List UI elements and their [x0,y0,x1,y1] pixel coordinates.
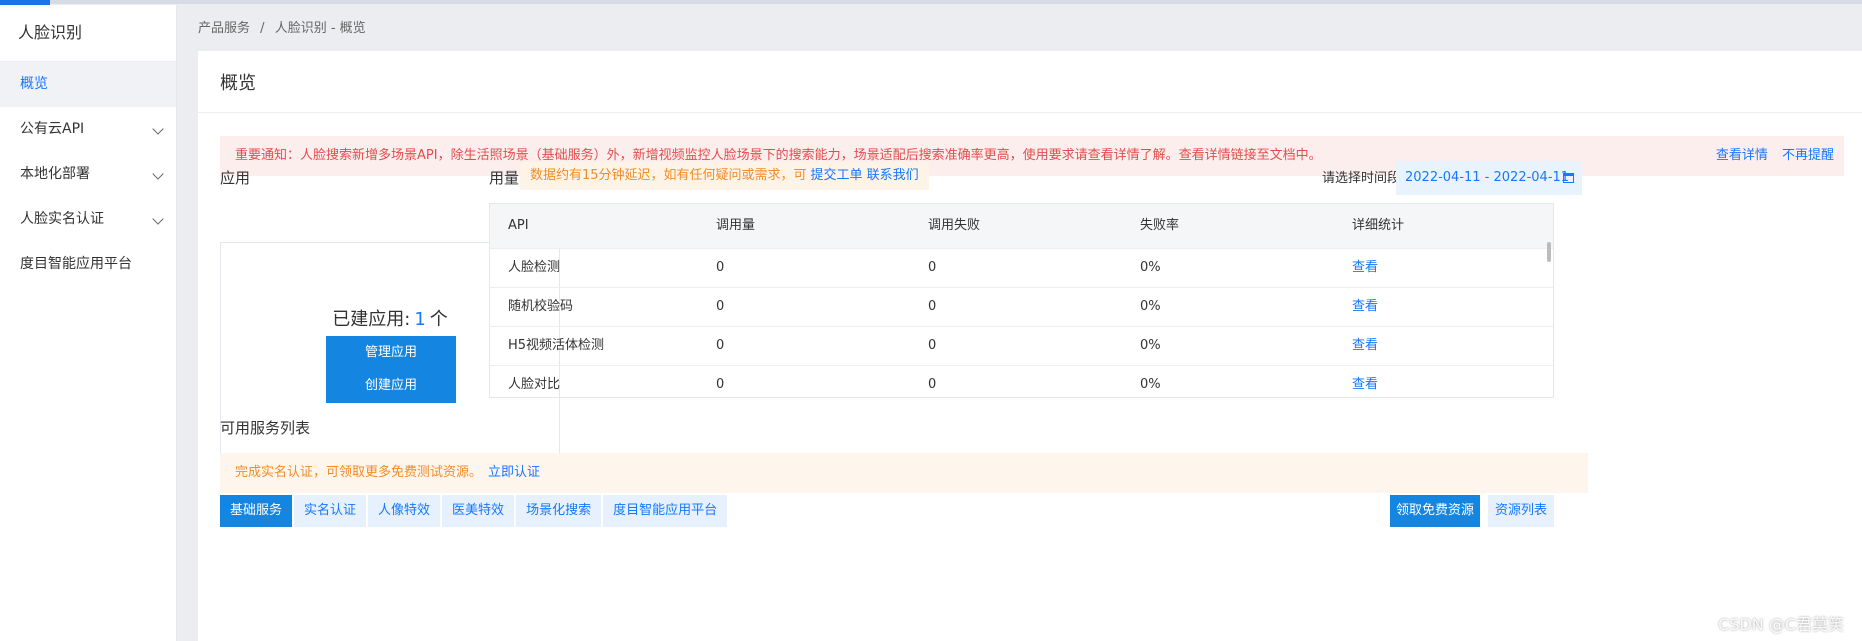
divider [198,112,1862,113]
view-detail-link[interactable]: 查看 [1334,288,1546,326]
create-app-button[interactable]: 创建应用 [326,369,456,403]
view-detail-link[interactable]: 查看 [1334,366,1546,397]
verify-banner: 完成实名认证，可领取更多免费测试资源。 立即认证 [220,453,1588,493]
sidebar-item-realname-auth[interactable]: 人脸实名认证 [0,197,176,242]
breadcrumb-separator: / [260,21,265,36]
sidebar-title: 人脸识别 [0,5,176,62]
table-row: H5视频活体检测 0 0 0% 查看 [490,327,1553,366]
cell-api: H5视频活体检测 [508,338,605,353]
sidebar-item-label: 人脸实名认证 [20,211,104,227]
cell-calls: 0 [716,299,725,314]
table-scrollbar[interactable] [1547,242,1551,262]
chevron-down-icon [152,123,164,135]
cell-fail-rate: 0% [1140,299,1161,314]
view-detail-link[interactable]: 查看 [1334,249,1546,287]
cell-calls: 0 [716,377,725,392]
cell-calls: 0 [716,260,725,275]
cell-fail-rate: 0% [1140,260,1161,275]
notice-banner: 重要通知：人脸搜索新增多场景API，除生活照场景（基础服务）外，新增视频监控人脸… [220,136,1844,176]
tab-realname-auth[interactable]: 实名认证 [294,495,367,527]
app-count-number: 1 [414,309,426,330]
usage-section-label: 用量 [489,169,520,187]
column-header-fail-rate: 失败率 [1140,218,1180,233]
column-header-failures: 调用失败 [928,218,981,233]
cell-failures: 0 [928,338,937,353]
apps-section-label: 应用 [220,169,251,187]
resource-list-button[interactable]: 资源列表 [1488,495,1554,527]
app-count-unit: 个 [429,309,448,330]
service-tabs: 基础服务 实名认证 人像特效 医美特效 场景化搜索 度目智能应用平台 [220,495,729,527]
claim-free-resources-button[interactable]: 领取免费资源 [1390,495,1480,527]
usage-tip-text: 数据约有15分钟延迟，如有任何疑问或需求，可 [530,168,807,183]
breadcrumb-current: 人脸识别 - 概览 [274,21,366,36]
watermark: CSDN @C君莫笑 [1718,615,1844,634]
tab-basic-services[interactable]: 基础服务 [220,495,293,527]
breadcrumb: 产品服务 / 人脸识别 - 概览 [198,17,372,36]
sidebar-item-label: 度目智能应用平台 [20,256,132,272]
usage-tip: 数据约有15分钟延迟，如有任何疑问或需求，可 提交工单 联系我们 [520,162,929,190]
sidebar-item-label: 本地化部署 [20,166,90,182]
cell-failures: 0 [928,299,937,314]
sidebar-item-label: 公有云API [20,121,85,137]
sidebar-item-label: 概览 [20,76,48,92]
cell-api: 随机校验码 [508,299,574,314]
date-range-label: 请选择时间段 [1322,171,1401,186]
column-header-calls: 调用量 [716,218,756,233]
contact-us-link[interactable]: 联系我们 [867,168,919,183]
date-range-value: 2022-04-11 - 2022-04-11 [1405,170,1570,185]
verify-now-link[interactable]: 立即认证 [488,465,540,480]
cell-failures: 0 [928,377,937,392]
sidebar-item-public-cloud-api[interactable]: 公有云API [0,107,176,152]
verify-text: 完成实名认证，可领取更多免费测试资源。 [235,465,483,480]
table-row: 人脸检测 0 0 0% 查看 [490,249,1553,288]
sidebar-item-local-deployment[interactable]: 本地化部署 [0,152,176,197]
submit-ticket-link[interactable]: 提交工单 [811,168,863,183]
usage-table: API 调用量 调用失败 失败率 详细统计 人脸检测 0 0 0% 查看 随机校… [489,203,1554,398]
cell-fail-rate: 0% [1140,377,1161,392]
column-header-detail: 详细统计 [1352,218,1405,233]
notice-text: 重要通知：人脸搜索新增多场景API，除生活照场景（基础服务）外，新增视频监控人脸… [235,148,1322,163]
tab-portrait-effects[interactable]: 人像特效 [368,495,441,527]
notice-detail-link[interactable]: 查看详情 [1716,148,1768,163]
table-row: 随机校验码 0 0 0% 查看 [490,288,1553,327]
cell-api: 人脸检测 [508,260,561,275]
services-section-label: 可用服务列表 [220,419,311,437]
table-header: API 调用量 调用失败 失败率 详细统计 [490,204,1553,249]
view-detail-link[interactable]: 查看 [1334,327,1546,365]
date-range-picker[interactable]: 2022-04-11 - 2022-04-11 [1396,161,1582,195]
tab-scene-search[interactable]: 场景化搜索 [516,495,602,527]
sidebar-item-dumu-platform[interactable]: 度目智能应用平台 [0,242,176,287]
tab-beauty-effects[interactable]: 医美特效 [442,495,515,527]
chevron-down-icon [152,168,164,180]
cell-api: 人脸对比 [508,377,561,392]
page-title: 概览 [220,73,256,94]
calendar-icon [1563,173,1574,183]
cell-fail-rate: 0% [1140,338,1161,353]
cell-calls: 0 [716,338,725,353]
sidebar-item-overview[interactable]: 概览 [0,62,176,107]
cell-failures: 0 [928,260,937,275]
breadcrumb-root[interactable]: 产品服务 [198,21,250,36]
column-header-api: API [508,218,529,233]
manage-app-button[interactable]: 管理应用 [326,336,456,370]
chevron-down-icon [152,213,164,225]
topbar-line [50,0,1862,4]
table-row: 人脸对比 0 0 0% 查看 [490,366,1553,397]
app-count-prefix: 已建应用: [332,309,411,330]
tab-dumu-platform[interactable]: 度目智能应用平台 [603,495,728,527]
main-panel: 概览 重要通知：人脸搜索新增多场景API，除生活照场景（基础服务）外，新增视频监… [198,51,1862,641]
notice-dismiss-link[interactable]: 不再提醒 [1782,148,1834,163]
sidebar: 人脸识别 概览 公有云API 本地化部署 人脸实名认证 度目智能应用平台 [0,5,177,641]
